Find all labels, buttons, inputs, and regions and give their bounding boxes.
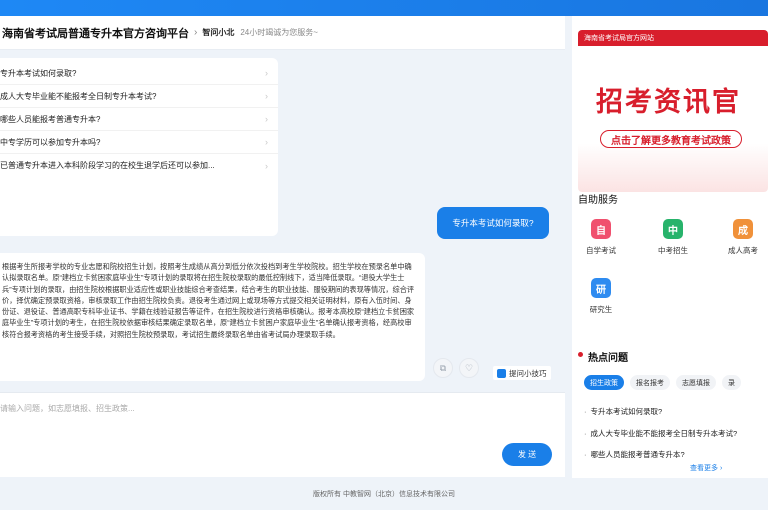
faq-item-label: 已普通专升本进入本科阶段学习的在校生退学后还可以参加... <box>0 161 215 170</box>
hot-question[interactable]: 专升本考试如何录取? <box>584 406 663 417</box>
chevron-right-icon: › <box>265 137 268 147</box>
service-label: 自学考试 <box>586 246 616 255</box>
tab-registration[interactable]: 报名报考 <box>630 375 670 390</box>
service-self-study[interactable]: 自 自学考试 <box>576 219 626 256</box>
chevron-right-icon: › <box>265 160 268 171</box>
book-icon: 自 <box>591 219 611 239</box>
services-title: 自助服务 <box>578 195 618 206</box>
thumb-up-icon: ♡ <box>464 362 474 373</box>
banner-tag: 海南省考试局官方网站 <box>578 30 768 46</box>
footer: 版权所有 中教智网（北京）信息技术有限公司 <box>0 478 768 510</box>
tab-volunteer[interactable]: 志愿填报 <box>676 375 716 390</box>
service-label: 成人高考 <box>728 246 758 255</box>
chevron-right-icon: › <box>265 68 268 78</box>
input-area: 请输入问题，如志愿填报、招生政策... 发 送 <box>0 392 565 477</box>
answer-bubble: 根据考生所报考学校的专业志愿和院校招生计划，按照考生成绩从高分到低分依次投档到考… <box>0 253 425 381</box>
copy-button[interactable]: ⧉ <box>433 358 453 378</box>
faq-item[interactable]: 哪些人员能报考普通专升本? › <box>0 108 278 131</box>
top-bar <box>0 0 768 16</box>
chat-panel: 专升本考试如何录取? › 成人大专毕业能不能报考全日制专升本考试? › 哪些人员… <box>0 50 565 390</box>
faq-item-label: 专升本考试如何录取? <box>0 68 77 78</box>
service-zhongkao[interactable]: 中 中考招生 <box>648 219 698 256</box>
tips-label: 提问小技巧 <box>509 368 547 378</box>
banner-headline: 招考资讯官 <box>596 87 741 117</box>
chevron-right-icon: › <box>265 114 268 124</box>
service-graduate[interactable]: 研 研究生 <box>576 278 626 315</box>
hot-title: 热点问题 <box>588 353 628 364</box>
faq-item-label: 中专学历可以参加专升本吗? <box>0 137 101 147</box>
faq-item[interactable]: 专升本考试如何录取? › <box>0 62 278 85</box>
faq-item[interactable]: 已普通专升本进入本科阶段学习的在校生退学后还可以参加... › <box>0 154 278 177</box>
answer-text: 根据考生所报考学校的专业志愿和院校招生计划，按照考生成绩从高分到低分依次投档到考… <box>2 262 415 339</box>
graduation-icon: 成 <box>733 219 753 239</box>
chat-header: 海南省考试局普通专升本官方咨询平台 › 智问小北 24小时竭诚为您服务~ <box>0 16 565 50</box>
platform-title: 海南省考试局普通专升本官方咨询平台 <box>2 27 189 40</box>
tips-button[interactable]: 提问小技巧 <box>493 366 551 380</box>
copyright-text: 版权所有 中教智网（北京）信息技术有限公司 <box>313 491 455 498</box>
hot-question[interactable]: 成人大专毕业能不能报考全日制专升本考试? <box>584 428 738 439</box>
graduate-icon: 研 <box>591 278 611 298</box>
more-link[interactable]: 查看更多 › <box>690 463 722 473</box>
chevron-right-icon: › <box>265 91 268 101</box>
assistant-name: 智问小北 <box>202 28 235 37</box>
hot-dot-icon <box>578 352 583 357</box>
faq-item-label: 哪些人员能报考普通专升本? <box>0 114 101 124</box>
lightbulb-icon <box>497 368 506 378</box>
service-adult-exam[interactable]: 成 成人高考 <box>718 219 768 256</box>
send-button[interactable]: 发 送 <box>502 443 552 466</box>
faq-item-label: 成人大专毕业能不能报考全日制专升本考试? <box>0 91 157 101</box>
faq-item[interactable]: 成人大专毕业能不能报考全日制专升本考试? › <box>0 85 278 108</box>
chevron-right-icon: › <box>194 27 198 38</box>
like-button[interactable]: ♡ <box>459 358 479 378</box>
users-icon: 中 <box>663 219 683 239</box>
hot-question[interactable]: 哪些人员能报考普通专升本? <box>584 449 685 460</box>
service-label: 研究生 <box>589 305 613 314</box>
tab-admission[interactable]: 录 <box>722 375 741 390</box>
faq-item[interactable]: 中专学历可以参加专升本吗? › <box>0 131 278 154</box>
message-input[interactable]: 请输入问题，如志愿填报、招生政策... <box>0 403 135 414</box>
user-message-bubble: 专升本考试如何录取? <box>437 207 549 239</box>
copy-icon: ⧉ <box>439 362 447 373</box>
faq-card: 专升本考试如何录取? › 成人大专毕业能不能报考全日制专升本考试? › 哪些人员… <box>0 58 278 236</box>
sidebar: 海南省考试局官方网站 招考资讯官 点击了解更多教育考试政策 自助服务 自 自学考… <box>572 16 768 478</box>
tab-admission-policy[interactable]: 招生政策 <box>584 375 624 390</box>
promo-banner[interactable]: 海南省考试局官方网站 招考资讯官 点击了解更多教育考试政策 <box>578 30 768 192</box>
banner-subline: 点击了解更多教育考试政策 <box>600 130 742 148</box>
service-label: 中考招生 <box>658 246 688 255</box>
hot-tabs: 招生政策 报名报考 志愿填报 录 <box>584 375 747 390</box>
service-hours: 24小时竭诚为您服务~ <box>240 28 318 37</box>
